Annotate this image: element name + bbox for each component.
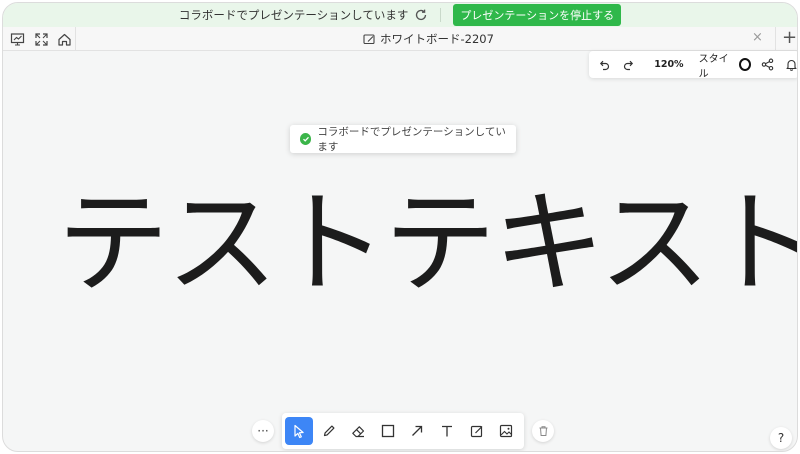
more-options-button[interactable]: ··· — [252, 420, 274, 442]
redo-icon[interactable] — [622, 57, 636, 73]
style-swatch[interactable] — [738, 58, 751, 71]
tab-divider — [775, 27, 776, 51]
rectangle-icon — [381, 424, 395, 438]
tab-title: ホワイトボード-2207 — [380, 32, 494, 46]
refresh-icon[interactable] — [414, 8, 428, 22]
pen-icon — [323, 425, 335, 437]
undo-icon[interactable] — [597, 57, 611, 73]
presentation-toast: コラボードでプレゼンテーションしています — [290, 125, 516, 153]
presentation-icon[interactable] — [9, 31, 25, 47]
presentation-banner: コラボードでプレゼンテーションしています プレゼンテーションを停止する — [3, 3, 797, 27]
whiteboard-tab-icon — [363, 33, 375, 44]
sticky-note-icon — [470, 425, 483, 438]
text-tool-button[interactable] — [433, 417, 461, 445]
image-tool-button[interactable] — [492, 417, 520, 445]
select-tool-button[interactable] — [285, 417, 313, 445]
text-icon — [442, 425, 452, 437]
style-label[interactable]: スタイル — [699, 50, 734, 80]
new-tab-button[interactable]: + — [782, 28, 797, 48]
pen-tool-button[interactable] — [315, 417, 343, 445]
canvas-toolbar: 120% スタイル — [589, 50, 797, 80]
delete-button[interactable] — [532, 420, 554, 442]
arrow-icon — [412, 425, 423, 436]
sticky-note-tool-button[interactable] — [463, 417, 491, 445]
fullscreen-icon[interactable] — [33, 31, 49, 47]
drawing-toolbar — [282, 413, 524, 449]
stop-presentation-button[interactable]: プレゼンテーションを停止する — [453, 4, 622, 26]
zoom-level[interactable]: 120% — [654, 59, 683, 70]
cursor-icon — [294, 424, 304, 438]
close-tab-icon[interactable]: × — [752, 30, 763, 45]
eraser-icon — [351, 426, 364, 438]
tab-divider — [75, 27, 76, 51]
trash-icon — [539, 426, 547, 436]
canvas-text-object[interactable]: テストテキスト — [57, 188, 797, 300]
rectangle-tool-button[interactable] — [374, 417, 402, 445]
banner-message: コラボードでプレゼンテーションしています — [178, 8, 409, 22]
share-icon[interactable] — [761, 57, 775, 73]
toast-message: コラボードでプレゼンテーションしています — [317, 126, 506, 153]
bell-icon[interactable] — [785, 57, 797, 73]
arrow-tool-button[interactable] — [403, 417, 431, 445]
banner-divider — [440, 8, 442, 22]
help-button[interactable]: ? — [770, 427, 792, 449]
image-icon — [499, 424, 513, 438]
tab-bar: ホワイトボード-2207 × + — [3, 27, 797, 51]
home-icon[interactable] — [56, 31, 72, 47]
app-window: コラボードでプレゼンテーションしています プレゼンテーションを停止する ホワイト… — [2, 2, 798, 452]
check-circle-icon — [300, 133, 312, 145]
tab-whiteboard[interactable]: ホワイトボード-2207 — [363, 31, 494, 47]
eraser-tool-button[interactable] — [344, 417, 372, 445]
